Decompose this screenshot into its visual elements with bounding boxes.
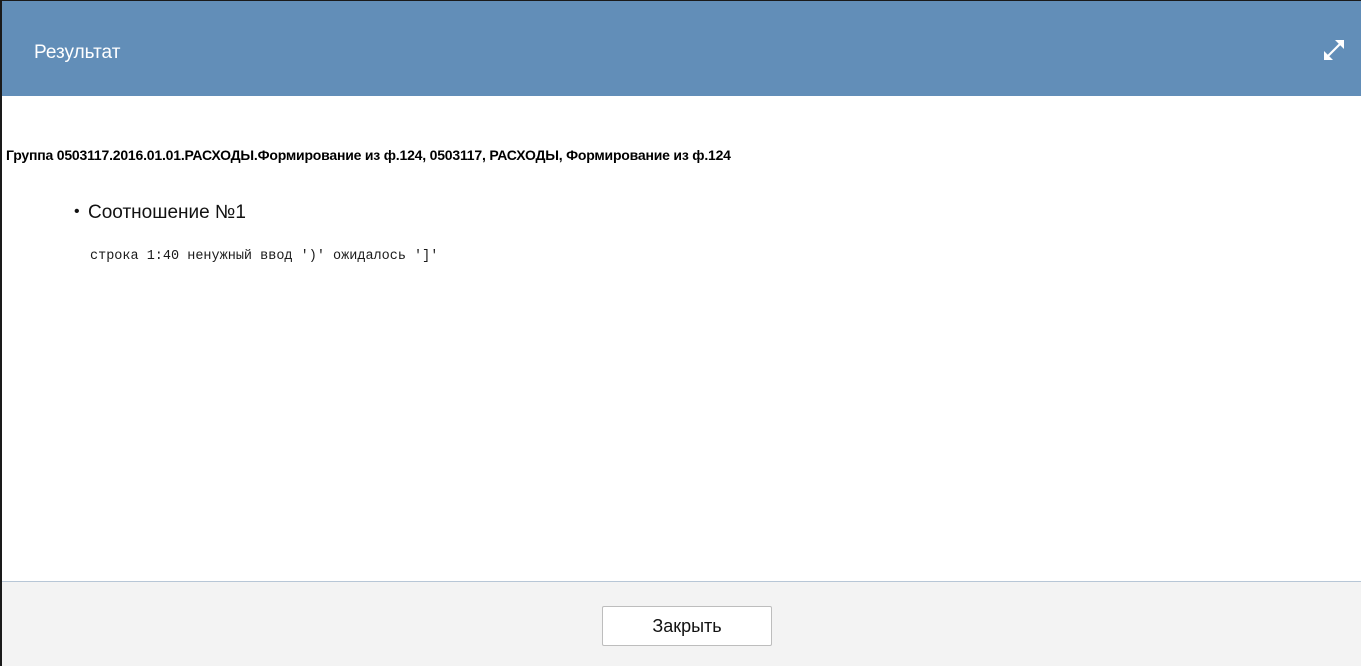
close-button[interactable]: Закрыть (602, 606, 772, 646)
dialog-content: Группа 0503117.2016.01.01.РАСХОДЫ.Формир… (2, 96, 1361, 581)
result-dialog: Результат Группа 0503117.2016.01.01.РАСХ… (0, 0, 1361, 666)
dialog-title: Результат (34, 42, 121, 63)
error-message: строка 1:40 ненужный ввод ')' ожидалось … (90, 249, 439, 264)
item-label: Соотношение №1 (88, 202, 246, 223)
group-title: Группа 0503117.2016.01.01.РАСХОДЫ.Формир… (6, 147, 731, 163)
expand-arrows-icon (1324, 40, 1344, 60)
list-item: • Соотношение №1 (74, 202, 246, 224)
expand-icon[interactable] (1321, 37, 1347, 63)
dialog-footer: Закрыть (2, 581, 1361, 666)
dialog-header: Результат (2, 1, 1361, 96)
bullet-icon: • (74, 203, 80, 220)
